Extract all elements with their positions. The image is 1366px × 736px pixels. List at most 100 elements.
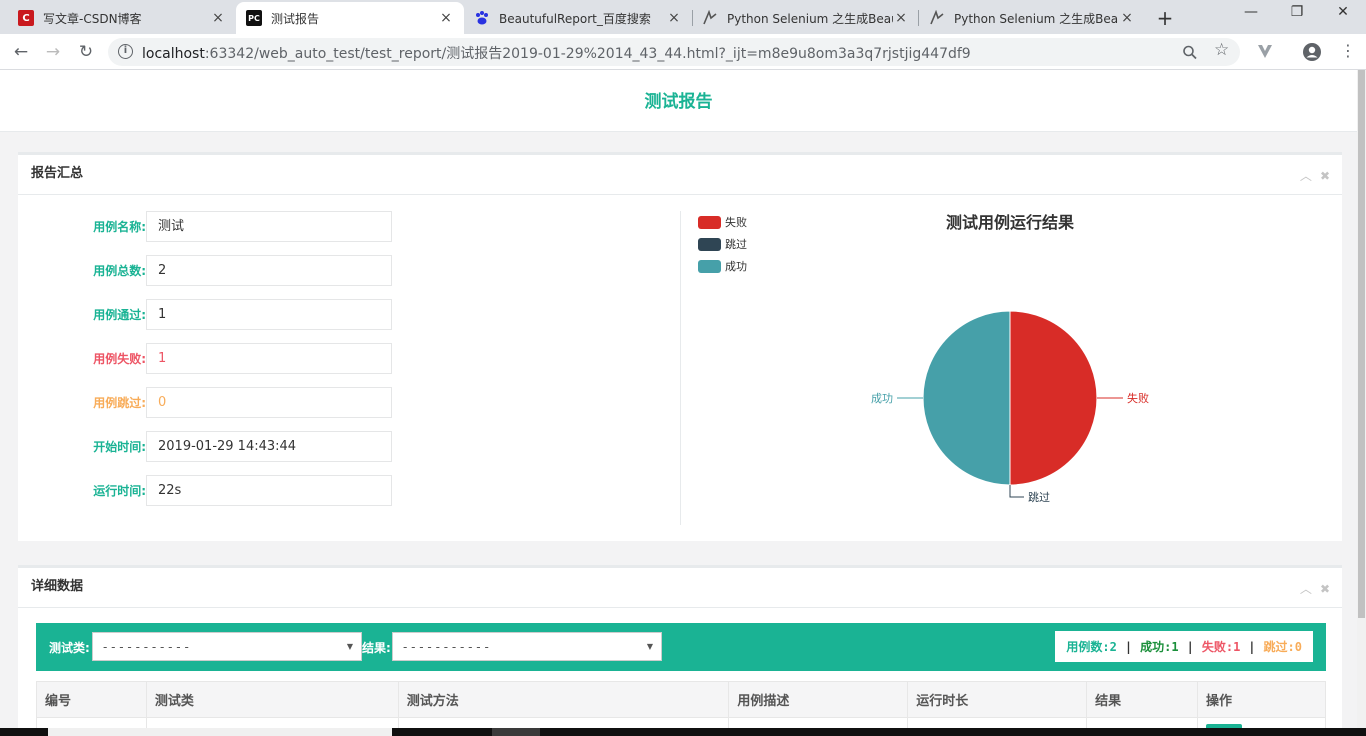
field-label: 用例名称: [93,219,146,234]
pie-slice[interactable] [922,310,1011,486]
detail-panel: 详细数据 ︿ ✖ 测试类: - - - - - - - - - - - ▼ 结果:… [18,565,1342,736]
chevron-down-icon: ▼ [346,642,353,651]
col-duration[interactable]: 运行时长 [907,681,1088,718]
tab-selenium-1[interactable]: Python Selenium 之生成Beau × [692,2,919,34]
restore-button[interactable]: ❐ [1274,4,1320,20]
col-id[interactable]: 编号 [36,681,147,718]
vertical-scrollbar[interactable] [1357,70,1366,736]
separator: | [1248,639,1256,654]
col-method[interactable]: 测试方法 [397,681,730,718]
browser-tab-bar: C 写文章-CSDN博客 × PC 测试报告 × BeautufulReport… [0,0,1366,34]
field-value: 2019-01-29 14:43:44 [146,431,392,462]
pie-slice[interactable] [1009,310,1098,486]
window-close-button[interactable]: ✕ [1320,4,1366,20]
extension-icon[interactable] [1256,42,1274,64]
summary-row-passed: 用例通过: 1 [67,299,392,330]
tab-title: 测试报告 [271,11,320,26]
panel-tools: ︿ ✖ [1292,167,1330,184]
taskbar-app[interactable] [492,728,540,736]
search-icon[interactable] [1182,42,1198,66]
field-label: 开始时间: [93,439,146,454]
field-label: 用例跳过: [93,395,146,410]
kebab-menu-icon[interactable]: ⋮ [1340,41,1356,60]
os-taskbar [0,728,1366,736]
field-label: 用例总数: [93,263,146,278]
field-value: 2 [146,255,392,286]
field-value: 0 [146,387,392,418]
tab-title: BeautufulReport_百度搜索 [499,11,651,26]
tab-title: 写文章-CSDN博客 [43,11,142,26]
reload-button[interactable]: ↻ [74,40,98,64]
page-title: 测试报告 [644,92,713,112]
collapse-icon[interactable]: ︿ [1300,169,1312,183]
col-action[interactable]: 操作 [1197,681,1326,718]
star-icon[interactable]: ☆ [1214,40,1229,60]
pycharm-icon: PC [246,10,262,26]
filter-bar: 测试类: - - - - - - - - - - - ▼ 结果: - - - -… [36,623,1326,671]
close-icon[interactable]: ✖ [1320,169,1330,183]
close-icon[interactable]: × [210,10,226,26]
close-icon[interactable]: × [666,10,682,26]
filter-result-label: 结果: [362,641,391,655]
tab-selenium-2[interactable]: Python Selenium 之生成Beau × [919,2,1145,34]
panel-tools: ︿ ✖ [1292,580,1330,597]
select-value: - - - - - - - - - - - [403,640,489,654]
taskbar-search-box[interactable] [48,728,392,736]
field-value: 测试 [146,211,392,242]
baidu-paw-icon [474,10,490,26]
tab-test-report[interactable]: PC 测试报告 × [236,2,464,34]
new-tab-button[interactable]: + [1154,6,1176,30]
collapse-icon[interactable]: ︿ [1300,582,1312,596]
back-button[interactable]: ← [9,40,33,64]
summary-row-start-time: 开始时间: 2019-01-29 14:43:44 [67,431,392,462]
close-icon[interactable]: × [893,10,909,26]
tab-baidu-search[interactable]: BeautufulReport_百度搜索 × [464,2,692,34]
close-icon[interactable]: ✖ [1320,582,1330,596]
summary-row-total: 用例总数: 2 [67,255,392,286]
chart-title: 测试用例运行结果 [946,213,1074,232]
field-value: 1 [146,343,392,374]
scrollbar-thumb[interactable] [1358,70,1365,618]
close-icon[interactable]: × [1119,10,1135,26]
pie-slice-label: 跳过 [1028,490,1050,504]
result-select[interactable]: - - - - - - - - - - - ▼ [392,632,662,661]
select-value: - - - - - - - - - - - [103,640,189,654]
summary-panel-header: 报告汇总 ︿ ✖ [18,155,1342,195]
total-count: 2 [1109,639,1117,654]
summary-row-skipped: 用例跳过: 0 [67,387,392,418]
ia-icon [929,10,945,26]
total-count-label: 用例数: [1066,640,1110,654]
field-value: 1 [146,299,392,330]
page-header: 测试报告 [0,70,1357,132]
address-bar[interactable]: i localhost:63342/web_auto_test/test_rep… [108,38,1240,66]
detail-panel-header: 详细数据 ︿ ✖ [18,568,1342,608]
pass-count: 1 [1171,639,1179,654]
field-label: 用例通过: [93,307,146,322]
field-label: 运行时间: [93,483,146,498]
field-label: 用例失败: [93,351,146,366]
chevron-down-icon: ▼ [646,642,653,651]
url-text[interactable]: localhost:63342/web_auto_test/test_repor… [142,43,971,63]
panel-title: 报告汇总 [31,166,84,181]
tab-title: Python Selenium 之生成Beau [954,11,1119,26]
csdn-icon: C [18,10,34,26]
tab-csdn[interactable]: C 写文章-CSDN博客 × [8,2,236,34]
fail-count-label: 失败: [1201,640,1234,654]
summary-row-run-time: 运行时间: 22s [67,475,392,506]
col-description[interactable]: 用例描述 [728,681,909,718]
col-result[interactable]: 结果 [1086,681,1198,718]
panel-divider [680,211,681,525]
forward-button[interactable]: → [41,40,65,64]
skip-count: 0 [1294,639,1302,654]
result-counts: 用例数: 2 | 成功: 1 | 失败: 1 | 跳过: 0 [1055,631,1313,662]
browser-toolbar: ← → ↻ i localhost:63342/web_auto_test/te… [0,34,1366,70]
summary-panel: 报告汇总 ︿ ✖ 用例名称: 测试 用例总数: 2 用例通过: 1 用例失败: 1… [18,152,1342,541]
panel-title: 详细数据 [31,579,84,594]
minimize-button[interactable]: — [1228,4,1274,20]
col-class[interactable]: 测试类 [145,681,399,718]
pie-slice-label: 失败 [1127,391,1149,405]
close-icon[interactable]: × [438,10,454,26]
account-icon[interactable] [1302,42,1322,66]
info-icon[interactable]: i [118,44,133,59]
class-select[interactable]: - - - - - - - - - - - ▼ [92,632,362,661]
